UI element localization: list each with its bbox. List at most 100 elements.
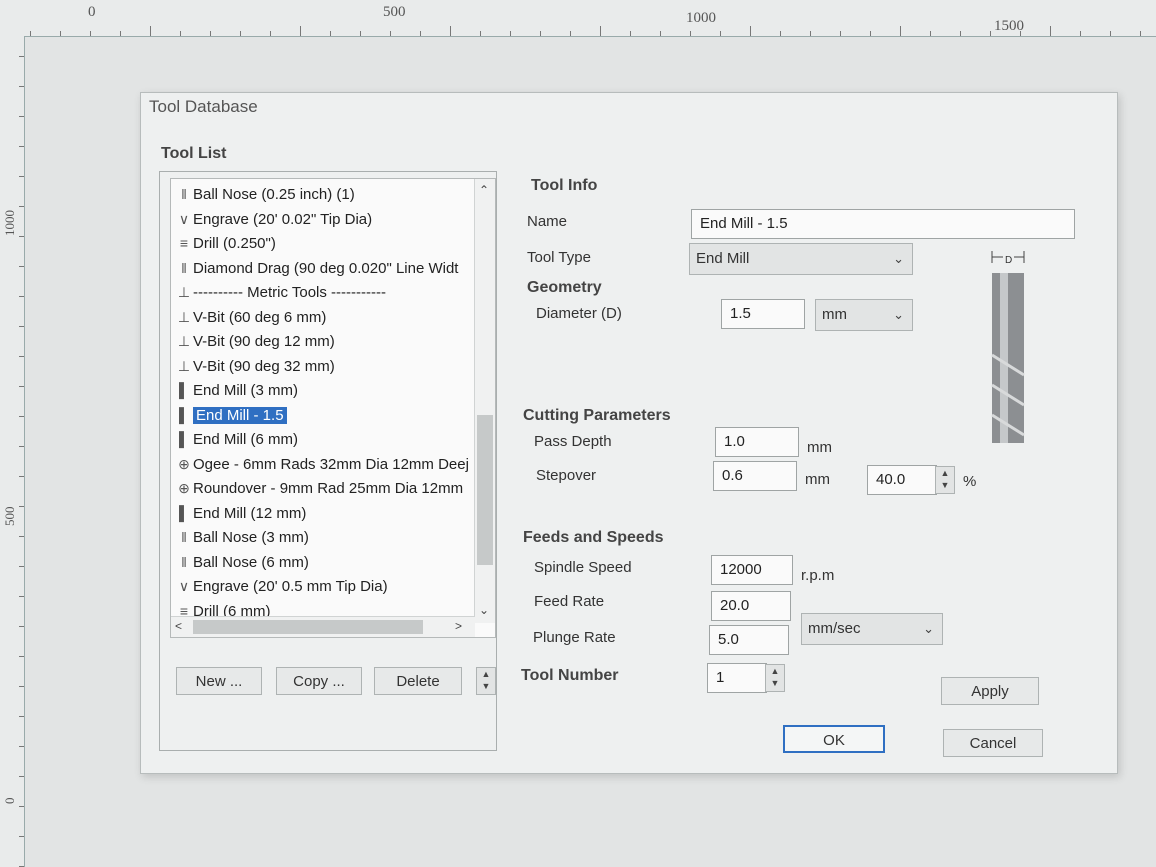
tool-list-item-label: End Mill (3 mm): [193, 382, 299, 399]
cancel-button[interactable]: Cancel: [943, 729, 1043, 757]
form-tool-icon: ⊕: [178, 455, 190, 472]
tool-list-item[interactable]: ⊥ V-Bit (90 deg 12 mm): [175, 330, 335, 352]
tool-list-item-label: Ball Nose (0.25 inch) (1): [193, 186, 355, 203]
ok-button[interactable]: OK: [783, 725, 885, 753]
stepover-unit: mm: [805, 471, 830, 488]
apply-button[interactable]: Apply: [941, 677, 1039, 705]
ruler-tick: [960, 31, 961, 36]
scroll-up-icon[interactable]: ⌃: [479, 183, 489, 197]
v-bit-icon: ⊥: [177, 357, 191, 374]
ruler-tick: [360, 31, 361, 36]
top-ruler: 0 500 1000 1500: [0, 0, 1156, 37]
spindle-speed-unit: r.p.m: [801, 567, 835, 584]
end-mill-icon: ▌: [179, 431, 189, 447]
ruler-tick: [19, 116, 24, 117]
tool-list-item-label: ---------- Metric Tools -----------: [193, 284, 386, 301]
tool-list-item[interactable]: ‖ Ball Nose (6 mm): [175, 551, 309, 573]
ruler-tick: [930, 31, 931, 36]
ruler-tick: [19, 686, 24, 687]
ruler-tick: [30, 31, 31, 36]
ruler-tick: [19, 836, 24, 837]
tool-list-item[interactable]: ⊕ Ogee - 6mm Rads 32mm Dia 12mm Deej: [175, 453, 469, 475]
delete-tool-button[interactable]: Delete: [374, 667, 462, 695]
tool-list-item[interactable]: ▌ End Mill (12 mm): [175, 502, 306, 524]
tool-list-item[interactable]: ∨ Engrave (20' 0.5 mm Tip Dia): [175, 575, 388, 597]
horizontal-scrollbar[interactable]: < >: [171, 616, 475, 637]
tool-list-item[interactable]: ▌ End Mill (6 mm): [175, 428, 298, 450]
ruler-tick: [570, 31, 571, 36]
ruler-tick: [19, 416, 24, 417]
tool-name-input[interactable]: End Mill - 1.5: [691, 209, 1075, 239]
tool-list-item[interactable]: ▌ End Mill - 1.5: [175, 404, 287, 426]
scroll-right-icon[interactable]: >: [455, 619, 462, 633]
dialog-title: Tool Database: [149, 97, 258, 116]
tool-list-item[interactable]: ‖ Diamond Drag (90 deg 0.020" Line Widt: [175, 257, 458, 279]
diameter-input[interactable]: 1.5: [721, 299, 805, 329]
tool-number-label: Tool Number: [521, 667, 619, 684]
tool-list-item[interactable]: ∨ Engrave (20' 0.02" Tip Dia): [175, 208, 372, 230]
unit-value: mm: [822, 306, 847, 323]
scroll-left-icon[interactable]: <: [175, 619, 182, 633]
ruler-tick: [1050, 26, 1051, 36]
plunge-rate-input[interactable]: 5.0: [709, 625, 789, 655]
tool-list-item[interactable]: ≡ Drill (0.250"): [175, 232, 276, 254]
tool-list-item[interactable]: ⊥ V-Bit (60 deg 6 mm): [175, 306, 327, 328]
ruler-tick: [780, 31, 781, 36]
group-icon: ⊥: [177, 284, 191, 300]
diameter-unit-select[interactable]: mm ⌄: [815, 299, 913, 331]
scroll-down-icon[interactable]: ⌄: [479, 603, 489, 617]
pass-depth-input[interactable]: 1.0: [715, 427, 799, 457]
diameter-label: Diameter (D): [536, 305, 622, 322]
feed-rate-label: Feed Rate: [534, 593, 605, 610]
tool-list-item[interactable]: ‖ Ball Nose (0.25 inch) (1): [175, 183, 355, 205]
tool-list-item[interactable]: ⊥ ---------- Metric Tools -----------: [175, 281, 386, 303]
stepover-percent-spinner[interactable]: ▲ ▼: [935, 466, 955, 494]
ruler-tick: [19, 446, 24, 447]
tool-number-input[interactable]: 1: [707, 663, 767, 693]
tool-list-item-label: Drill (0.250"): [193, 235, 276, 252]
tool-list-item[interactable]: ▌ End Mill (3 mm): [175, 379, 298, 401]
ruler-tick: [19, 176, 24, 177]
copy-tool-button[interactable]: Copy ...: [276, 667, 362, 695]
scroll-thumb[interactable]: [193, 620, 423, 634]
spindle-speed-input[interactable]: 12000: [711, 555, 793, 585]
chevron-down-icon: ⌄: [923, 621, 934, 636]
ruler-tick: [540, 31, 541, 36]
diameter-marker: D: [1003, 255, 1015, 266]
stepover-percent-input[interactable]: 40.0: [867, 465, 937, 495]
ball-nose-icon: ‖: [181, 529, 187, 545]
new-tool-button[interactable]: New ...: [176, 667, 262, 695]
tool-list-item[interactable]: ‖ Ball Nose (3 mm): [175, 526, 309, 548]
ruler-tick: [720, 31, 721, 36]
vertical-scrollbar[interactable]: ⌃ ⌄: [474, 179, 495, 623]
ruler-tick: [300, 26, 301, 36]
end-mill-icon: ▌: [179, 406, 189, 423]
tool-list[interactable]: ≡ Drill (6 mm) ∨ Engrave (20' 0.5 mm Tip Di…: [170, 178, 496, 638]
ruler-label: 0: [88, 4, 96, 20]
tool-list-panel: ≡ Drill (6 mm) ∨ Engrave (20' 0.5 mm Tip Di…: [159, 171, 497, 751]
ruler-tick: [480, 31, 481, 36]
tool-list-item-label: V-Bit (90 deg 12 mm): [193, 333, 335, 350]
tool-list-item[interactable]: ⊥ V-Bit (90 deg 32 mm): [175, 355, 335, 377]
ruler-label: 1000: [686, 10, 716, 26]
tool-list-item[interactable]: ⊕ Roundover - 9mm Rad 25mm Dia 12mm: [175, 477, 463, 499]
ball-nose-icon: ‖: [181, 186, 187, 202]
ruler-label: 500: [2, 506, 17, 527]
feed-rate-input[interactable]: 20.0: [711, 591, 791, 621]
list-order-spinner[interactable]: ▲ ▼: [476, 667, 496, 695]
tool-list-item-label: Roundover - 9mm Rad 25mm Dia 12mm: [193, 480, 464, 497]
tool-list-item-label: End Mill - 1.5: [193, 406, 287, 424]
ruler-tick: [19, 566, 24, 567]
ruler-tick: [19, 476, 24, 477]
rate-unit-select[interactable]: mm/sec ⌄: [801, 613, 943, 645]
tool-list-item-label: Engrave (20' 0.5 mm Tip Dia): [193, 578, 388, 595]
ruler-tick: [450, 26, 451, 36]
cutting-parameters-title: Cutting Parameters: [523, 407, 671, 424]
scroll-thumb[interactable]: [477, 415, 493, 565]
ruler-tick: [840, 31, 841, 36]
end-mill-icon: ▌: [179, 504, 189, 521]
tool-number-spinner[interactable]: ▲ ▼: [765, 664, 785, 692]
stepover-input[interactable]: 0.6: [713, 461, 797, 491]
tool-type-select[interactable]: End Mill ⌄: [689, 243, 913, 275]
chevron-down-icon: ⌄: [893, 251, 904, 266]
